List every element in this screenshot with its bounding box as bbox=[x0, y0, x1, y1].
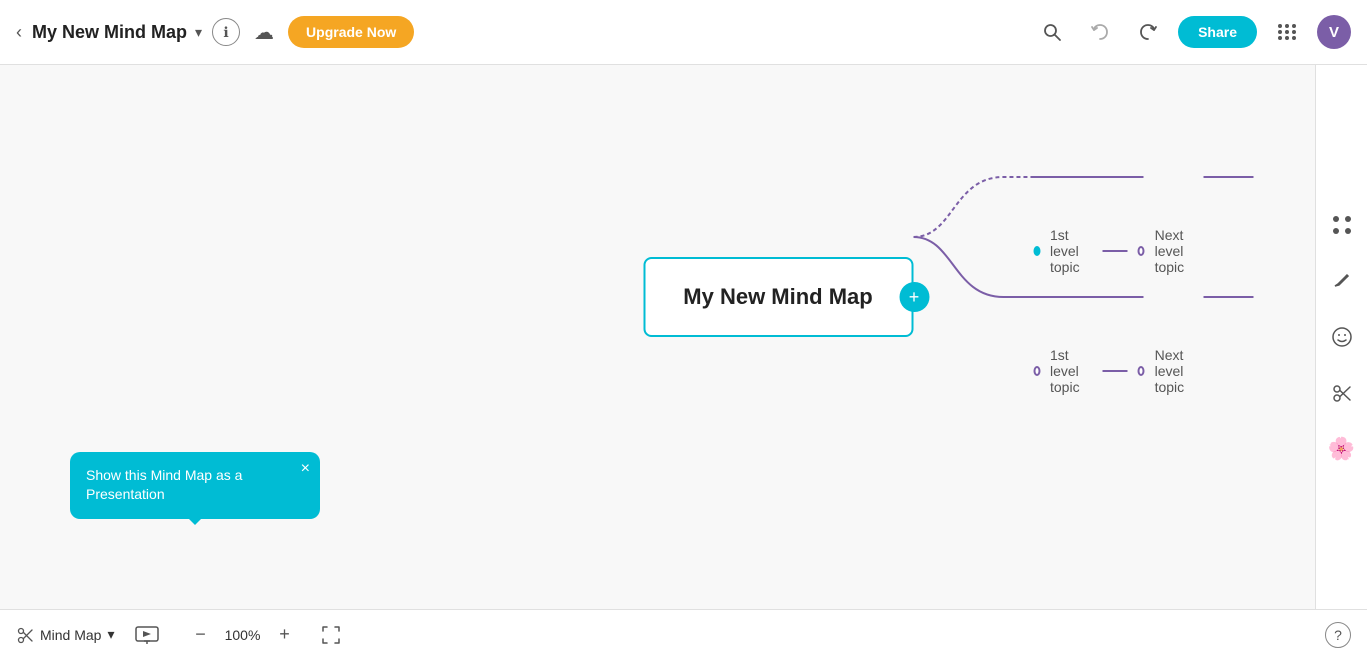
scissors-button[interactable] bbox=[1324, 375, 1360, 411]
cloud-icon[interactable]: ☁ bbox=[250, 18, 278, 46]
mode-chevron: ▾ bbox=[107, 626, 114, 643]
topic2-dot bbox=[1033, 366, 1040, 376]
fit-icon bbox=[321, 625, 341, 645]
layout-icon bbox=[1331, 214, 1353, 236]
topic1-connector bbox=[1103, 250, 1128, 252]
mindmap-container: My New Mind Map + 1st level topic Next l… bbox=[643, 297, 913, 377]
header-right: Share V bbox=[1034, 14, 1351, 50]
edit-button[interactable] bbox=[1324, 263, 1360, 299]
zoom-level-display: 100% bbox=[223, 627, 263, 643]
topic2-level2-label: Next level topic bbox=[1155, 347, 1203, 395]
back-button[interactable]: ‹ bbox=[16, 22, 22, 43]
upgrade-button[interactable]: Upgrade Now bbox=[288, 16, 414, 48]
search-button[interactable] bbox=[1034, 14, 1070, 50]
redo-icon bbox=[1138, 22, 1158, 42]
scissors-icon bbox=[1331, 382, 1353, 404]
scissors-small-icon bbox=[16, 626, 34, 644]
topic1-level1-label: 1st level topic bbox=[1050, 227, 1093, 275]
central-node[interactable]: My New Mind Map + bbox=[643, 257, 913, 337]
right-toolbar: 🌸 bbox=[1315, 65, 1367, 609]
header: ‹ My New Mind Map ▾ ℹ ☁ Upgrade Now bbox=[0, 0, 1367, 65]
title-chevron-icon[interactable]: ▾ bbox=[195, 24, 202, 41]
zoom-in-button[interactable]: + bbox=[271, 621, 299, 649]
topic1-level2-label: Next level topic bbox=[1155, 227, 1203, 275]
presentation-button[interactable] bbox=[131, 619, 163, 651]
zoom-out-button[interactable]: − bbox=[187, 621, 215, 649]
canvas: My New Mind Map + 1st level topic Next l… bbox=[0, 65, 1367, 609]
mode-selector[interactable]: Mind Map ▾ bbox=[16, 626, 115, 644]
layout-button[interactable] bbox=[1324, 207, 1360, 243]
tooltip-text: Show this Mind Map as a Presentation bbox=[86, 467, 242, 503]
flower-button[interactable]: 🌸 bbox=[1324, 431, 1360, 467]
topic1-level2-dot bbox=[1138, 246, 1145, 256]
zoom-controls: − 100% + bbox=[187, 621, 299, 649]
central-node-text: My New Mind Map bbox=[683, 284, 872, 310]
topic2-level1-label: 1st level topic bbox=[1050, 347, 1093, 395]
info-icon[interactable]: ℹ bbox=[212, 18, 240, 46]
undo-icon bbox=[1090, 22, 1110, 42]
cloud-symbol: ☁ bbox=[254, 20, 274, 45]
share-button[interactable]: Share bbox=[1178, 16, 1257, 48]
add-node-button[interactable]: + bbox=[899, 282, 929, 312]
topic-row-2: 1st level topic Next level topic bbox=[1033, 347, 1202, 395]
apps-button[interactable] bbox=[1269, 14, 1305, 50]
redo-button[interactable] bbox=[1130, 14, 1166, 50]
mode-label: Mind Map bbox=[40, 627, 101, 643]
apps-grid-icon bbox=[1278, 24, 1297, 40]
topic1-dot bbox=[1033, 246, 1040, 256]
search-icon bbox=[1042, 22, 1062, 42]
topic2-level2-dot bbox=[1138, 366, 1145, 376]
presentation-icon bbox=[135, 626, 159, 644]
presentation-tooltip: Show this Mind Map as a Presentation × bbox=[70, 452, 320, 519]
fit-to-screen-button[interactable] bbox=[315, 619, 347, 651]
info-symbol: ℹ bbox=[223, 24, 228, 41]
topic-row-1: 1st level topic Next level topic bbox=[1033, 227, 1202, 275]
tooltip-close-button[interactable]: × bbox=[301, 460, 310, 478]
emoji-button[interactable] bbox=[1324, 319, 1360, 355]
emoji-icon bbox=[1331, 326, 1353, 348]
document-title: My New Mind Map bbox=[32, 22, 187, 43]
header-left: ‹ My New Mind Map ▾ ℹ ☁ Upgrade Now bbox=[16, 16, 414, 48]
title-area: My New Mind Map ▾ bbox=[32, 22, 202, 43]
bottom-bar: Mind Map ▾ − 100% + ? bbox=[0, 609, 1367, 659]
edit-icon bbox=[1332, 271, 1352, 291]
topic2-connector bbox=[1103, 370, 1128, 372]
undo-button[interactable] bbox=[1082, 14, 1118, 50]
help-button[interactable]: ? bbox=[1325, 622, 1351, 648]
user-avatar[interactable]: V bbox=[1317, 15, 1351, 49]
flower-icon: 🌸 bbox=[1328, 436, 1355, 462]
